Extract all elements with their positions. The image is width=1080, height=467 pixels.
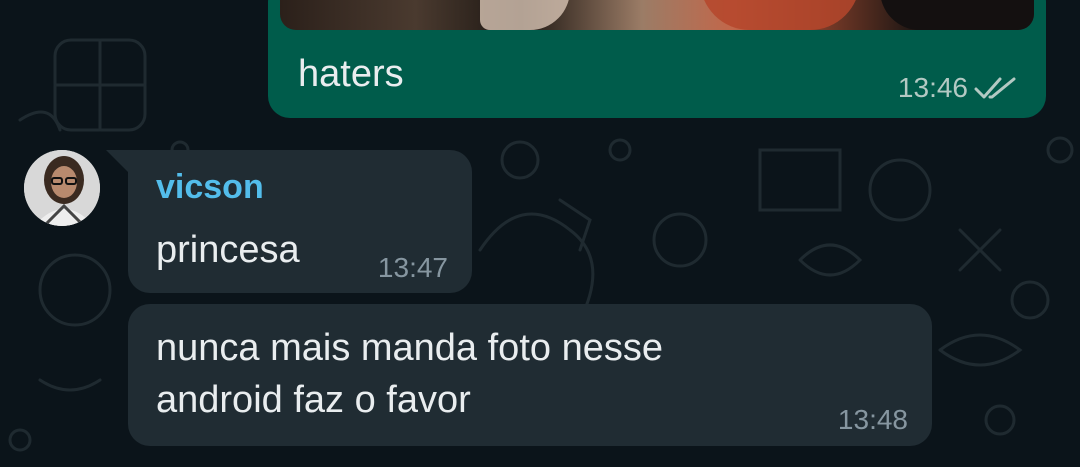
message-photo[interactable]: [280, 0, 1034, 30]
sender-avatar[interactable]: [24, 150, 100, 226]
incoming-message-bubble[interactable]: vicson princesa 13:47: [106, 150, 472, 293]
outgoing-message-bubble[interactable]: haters 13:46: [268, 0, 1046, 118]
message-time: 13:48: [837, 404, 908, 435]
message-time: 13:46: [897, 72, 968, 103]
message-time: 13:47: [377, 252, 448, 283]
sender-name[interactable]: vicson: [156, 168, 264, 207]
message-caption: haters: [298, 53, 404, 95]
message-text: nunca mais manda foto nesse android faz …: [156, 322, 663, 426]
message-text-line: nunca mais manda foto nesse: [156, 327, 663, 369]
message-text: princesa: [156, 229, 300, 271]
double-check-read-icon: [974, 77, 1016, 99]
message-text-line: android faz o favor: [156, 379, 471, 421]
message-meta: 13:46: [898, 72, 1020, 104]
incoming-message-bubble[interactable]: nunca mais manda foto nesse android faz …: [128, 304, 932, 446]
